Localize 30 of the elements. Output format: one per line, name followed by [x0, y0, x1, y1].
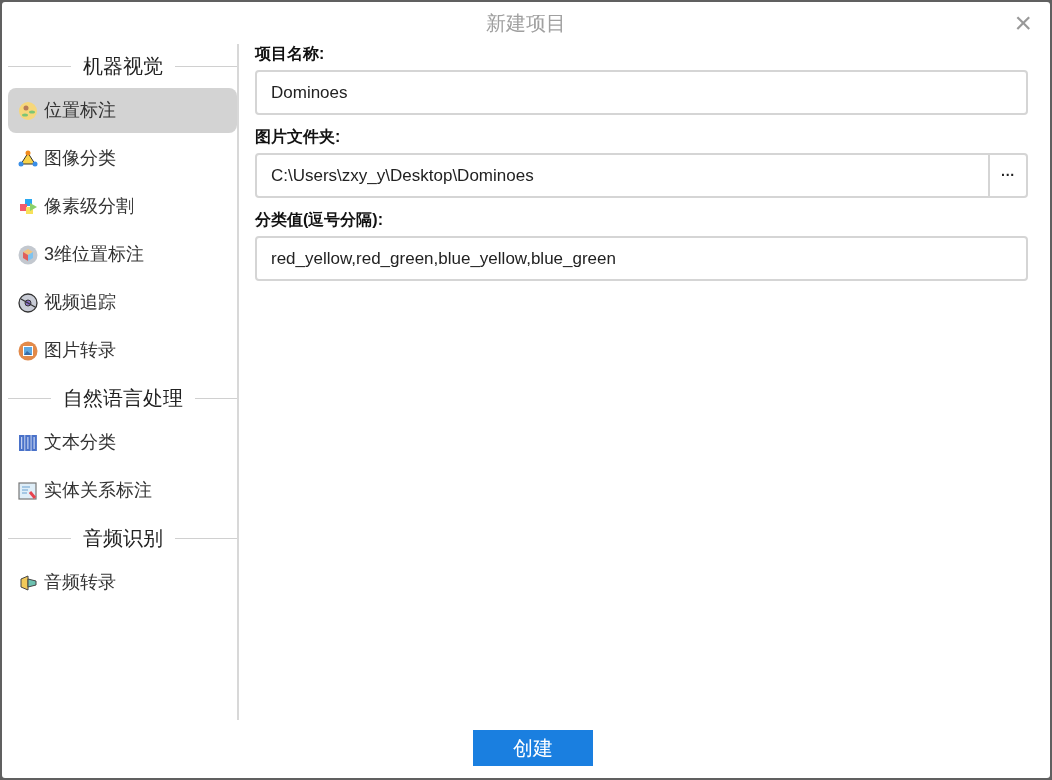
sidebar-item[interactable]: 视频追踪 — [8, 280, 237, 325]
cube-icon — [18, 244, 38, 265]
picture-icon — [18, 340, 38, 361]
puzzle-icon — [18, 196, 38, 217]
text-field[interactable]: Dominoes — [255, 70, 1028, 115]
sidebar-item[interactable]: 音频转录 — [8, 560, 237, 605]
sidebar-item[interactable]: 文本分类 — [8, 420, 237, 465]
text-field[interactable]: red_yellow,red_green,blue_yellow,blue_green — [255, 236, 1028, 281]
binders-icon — [18, 432, 38, 453]
people-icon — [18, 100, 38, 121]
document-icon — [18, 480, 38, 501]
text-field[interactable]: C:\Users\zxy_y\Desktop\Dominoes — [255, 153, 990, 198]
window-title: 新建项目 — [486, 11, 566, 36]
sidebar-item[interactable]: 实体关系标注 — [8, 468, 237, 513]
network-icon — [18, 148, 38, 169]
create-button[interactable]: 创建 — [473, 730, 593, 766]
sidebar-item[interactable]: 图像分类 — [8, 136, 237, 181]
field-label: 项目名称: — [255, 44, 326, 64]
sidebar-item[interactable]: 图片转录 — [8, 328, 237, 373]
sidebar-item[interactable]: 像素级分割 — [8, 184, 237, 229]
browse-button[interactable]: ··· — [990, 153, 1028, 198]
disc-icon — [18, 292, 38, 313]
field-label: 图片文件夹: — [255, 127, 342, 147]
speaker-icon — [18, 572, 38, 593]
sidebar-item[interactable]: 3维位置标注 — [8, 232, 237, 277]
section-heading: 自然语言处理 — [62, 386, 183, 411]
section-heading: 音频识别 — [82, 526, 163, 551]
field-label: 分类值(逗号分隔): — [255, 210, 384, 230]
sidebar-item[interactable]: 位置标注 — [8, 88, 237, 133]
section-heading: 机器视觉 — [82, 54, 163, 79]
